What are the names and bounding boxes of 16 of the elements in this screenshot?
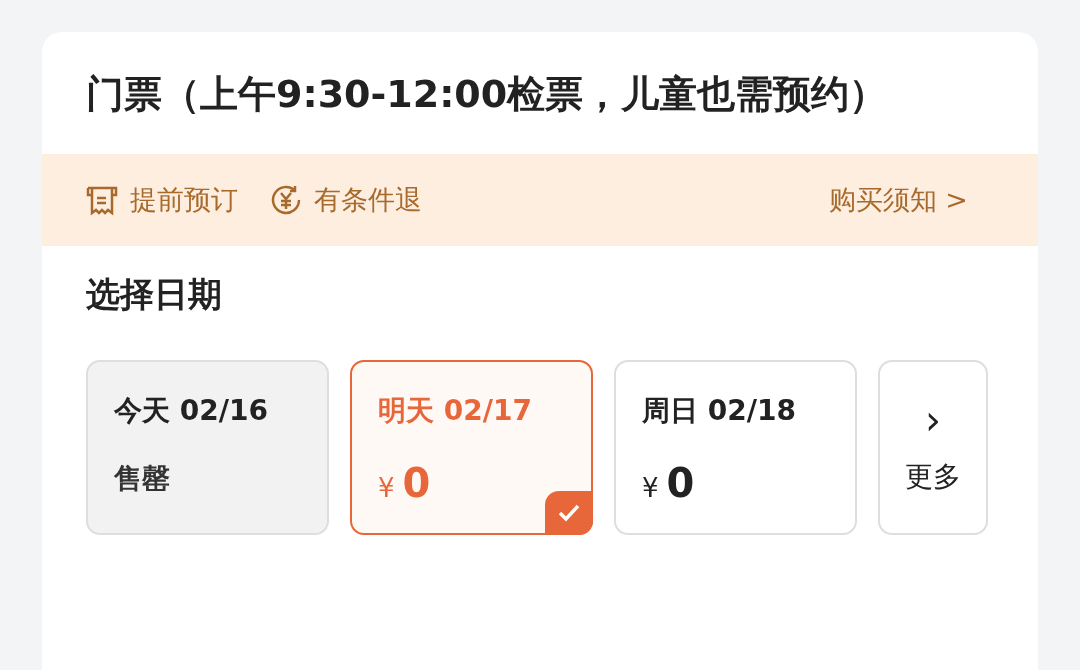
- sold-out-label: 售罄: [114, 461, 171, 497]
- currency-symbol: ¥: [378, 473, 395, 503]
- date-label: 今天 02/16: [114, 393, 269, 429]
- price: 0: [402, 460, 431, 506]
- date-option[interactable]: 周日 02/18 ¥ 0: [614, 360, 857, 535]
- notice-label: 提前预订: [130, 183, 238, 217]
- notice-label: 有条件退: [314, 183, 422, 217]
- ticket-title: 门票（上午9:30-12:00检票，儿童也需预约）: [85, 71, 889, 118]
- check-icon: [545, 491, 593, 535]
- section-heading: 选择日期: [85, 273, 223, 316]
- price: 0: [666, 460, 695, 506]
- currency-symbol: ¥: [642, 473, 659, 503]
- more-dates-button[interactable]: › 更多: [878, 360, 988, 535]
- date-label: 周日 02/18: [642, 393, 797, 429]
- purchase-notes-link[interactable]: 购买须知 >: [828, 182, 968, 218]
- date-label: 明天 02/17: [378, 393, 533, 429]
